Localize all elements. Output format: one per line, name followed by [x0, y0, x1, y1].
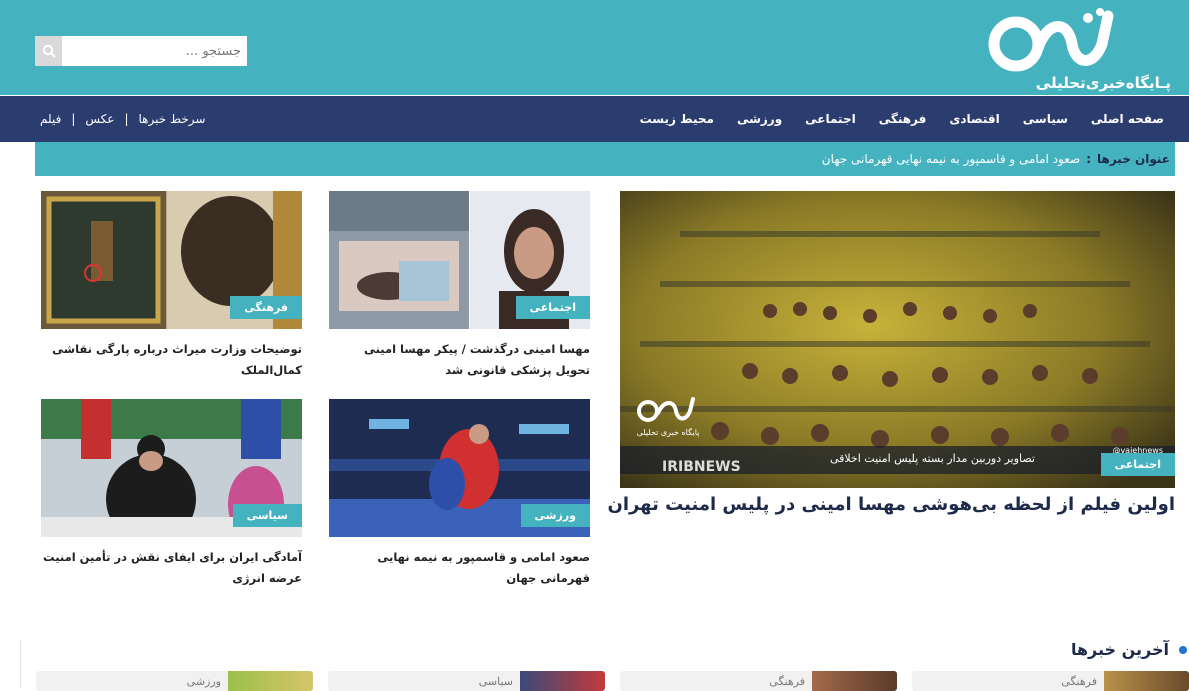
- search-button[interactable]: [35, 36, 62, 66]
- bullet-icon: [1179, 645, 1187, 654]
- site-logo[interactable]: پـایگاه‌خبری‌تحلیلی: [971, 8, 1171, 92]
- nav-item-photo[interactable]: عکس: [85, 112, 114, 126]
- ticker-colon: :: [1086, 152, 1091, 166]
- watermark-text: پایگاه خبری تحلیلی: [636, 428, 700, 437]
- card-title[interactable]: آمادگی ایران برای ایفای نقش در تأمین امن…: [41, 547, 302, 589]
- latest-category: ورزشی: [186, 675, 221, 688]
- nav-item-film[interactable]: فیلم: [40, 112, 61, 126]
- logo-mark-icon: [988, 8, 1114, 72]
- feature-watermark: پایگاه خبری تحلیلی: [628, 396, 708, 437]
- feature-title[interactable]: اولین فیلم از لحظه بی‌هوشی مهسا امینی در…: [607, 494, 1175, 515]
- ticker-label: عنوان خبرها: [1097, 152, 1170, 166]
- search-input[interactable]: [62, 36, 247, 66]
- nav-item-home[interactable]: صفحه اصلی: [1091, 112, 1164, 126]
- nav-item-politics[interactable]: سیاسی: [1023, 112, 1068, 126]
- latest-news-item[interactable]: فرهنگی: [912, 671, 1189, 691]
- nav-separator: |: [71, 112, 76, 126]
- card-image[interactable]: اجتماعی: [329, 191, 590, 329]
- nav-separator: |: [124, 112, 129, 126]
- card-title[interactable]: توضیحات وزارت میراث درباره پارگی نقاشی ک…: [41, 339, 302, 381]
- latest-news-title: آخرین خبرها: [1070, 640, 1169, 659]
- card-image[interactable]: فرهنگی: [41, 191, 302, 329]
- latest-category: فرهنگی: [769, 675, 805, 688]
- card-category-badge[interactable]: فرهنگی: [230, 296, 302, 319]
- latest-thumb: [228, 671, 313, 691]
- nav-menu: صفحه اصلی سیاسی اقتصادی فرهنگی اجتماعی و…: [640, 96, 1164, 142]
- main-navbar: صفحه اصلی سیاسی اقتصادی فرهنگی اجتماعی و…: [0, 96, 1189, 142]
- latest-news-heading: آخرین خبرها: [1065, 640, 1187, 659]
- latest-category: سیاسی: [478, 675, 513, 688]
- feature-image[interactable]: تصاویر دوربین مدار بسته پلیس امنیت اخلاق…: [620, 191, 1175, 488]
- card-image[interactable]: سیاسی: [41, 399, 302, 537]
- search-icon: [42, 44, 56, 58]
- nav-item-economy[interactable]: اقتصادی: [949, 112, 999, 126]
- latest-news-item[interactable]: سیاسی: [328, 671, 605, 691]
- nav-item-culture[interactable]: فرهنگی: [879, 112, 927, 126]
- latest-thumb: [1104, 671, 1189, 691]
- watermark-logo-icon: [637, 397, 695, 422]
- feature-category-badge[interactable]: اجتماعی: [1100, 453, 1175, 476]
- latest-thumb: [812, 671, 897, 691]
- feature-photo: [620, 191, 1175, 488]
- nav-item-environment[interactable]: محیط زیست: [640, 112, 714, 126]
- latest-news-item[interactable]: ورزشی: [36, 671, 313, 691]
- news-ticker: عنوان خبرها : صعود امامی و قاسمپور به نی…: [35, 142, 1175, 176]
- nav-item-headlines[interactable]: سرخط خبرها: [139, 112, 206, 126]
- divider: [20, 640, 21, 688]
- feature-source: IRIBNEWS: [662, 459, 741, 475]
- card-category-badge[interactable]: ورزشی: [520, 504, 590, 527]
- card-image[interactable]: ورزشی: [329, 399, 590, 537]
- nav-secondary: سرخط خبرها | عکس | فیلم: [40, 96, 205, 142]
- card-title[interactable]: صعود امامی و قاسمپور به نیمه نهایی قهرما…: [329, 547, 590, 589]
- latest-thumb: [520, 671, 605, 691]
- card-title[interactable]: مهسا امینی درگذشت / پیکر مهسا امینی تحوی…: [329, 339, 590, 381]
- card-category-badge[interactable]: سیاسی: [232, 504, 302, 527]
- feature-caption: تصاویر دوربین مدار بسته پلیس امنیت اخلاق…: [829, 452, 1035, 465]
- card-category-badge[interactable]: اجتماعی: [515, 296, 590, 319]
- latest-category: فرهنگی: [1061, 675, 1097, 688]
- logo-tagline: پـایگاه‌خبری‌تحلیلی: [1035, 74, 1171, 92]
- site-header: پـایگاه‌خبری‌تحلیلی: [0, 0, 1189, 95]
- ticker-headline[interactable]: صعود امامی و قاسمپور به نیمه نهایی قهرما…: [822, 152, 1080, 166]
- nav-item-social[interactable]: اجتماعی: [805, 112, 856, 126]
- nav-item-sports[interactable]: ورزشی: [737, 112, 782, 126]
- latest-news-item[interactable]: فرهنگی: [620, 671, 897, 691]
- search-box: [35, 36, 247, 66]
